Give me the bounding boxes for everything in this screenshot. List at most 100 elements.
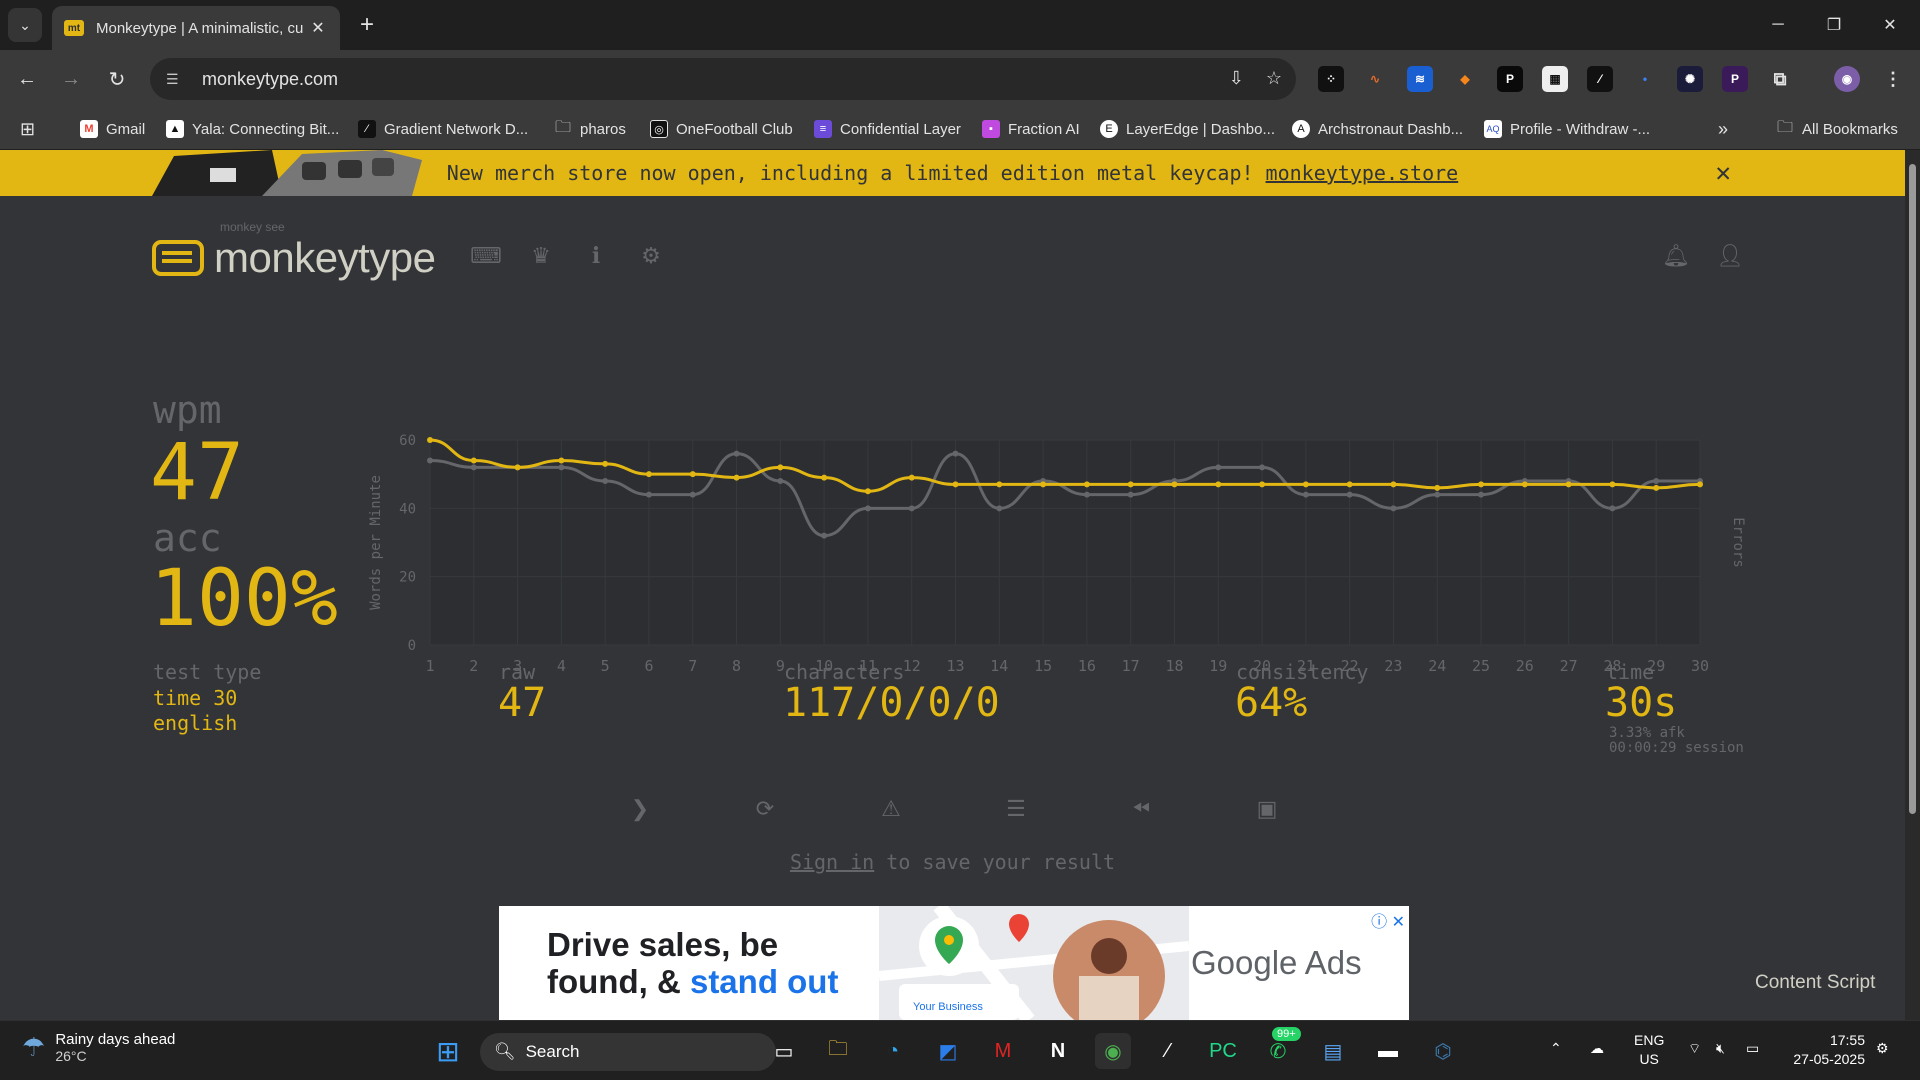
bookmark-fraction[interactable]: ▪ Fraction AI: [982, 116, 1080, 142]
reload-icon[interactable]: ↻: [102, 64, 132, 94]
crown-icon[interactable]: ♛: [527, 242, 555, 270]
close-banner-icon[interactable]: ✕: [1715, 158, 1731, 188]
chart-point-wpm: [1346, 481, 1353, 488]
browser-tab-active[interactable]: mt Monkeytype | A minimalistic, cu ✕: [52, 6, 340, 50]
test-type-time[interactable]: time 30: [153, 686, 237, 710]
extension-5-icon[interactable]: P: [1497, 66, 1523, 92]
chart-point-wpm: [1390, 481, 1397, 488]
content-script-label: Content Script: [1755, 972, 1876, 993]
notifications-icon[interactable]: ⚙: [1876, 1039, 1889, 1058]
info-icon[interactable]: i: [582, 242, 610, 270]
extension-8-icon[interactable]: •: [1632, 66, 1658, 92]
clock[interactable]: 17:55 27-05-2025: [1785, 1031, 1865, 1069]
install-app-icon[interactable]: ⇩: [1229, 68, 1244, 89]
show-hidden-icons[interactable]: ⌃: [1550, 1039, 1562, 1058]
page-scrollbar[interactable]: [1905, 150, 1920, 1020]
bookmark-onefootball[interactable]: ◎ OneFootball Club: [650, 116, 793, 142]
taskbar-search[interactable]: 🔍︎ Search: [480, 1033, 776, 1071]
bookmark-confidential[interactable]: ≡ Confidential Layer: [814, 116, 961, 142]
wpm-value: 47: [150, 428, 244, 518]
file-explorer-icon[interactable]: 🗀: [820, 1033, 856, 1069]
scrollbar-thumb[interactable]: [1909, 164, 1916, 814]
wpm-label: wpm: [153, 388, 222, 432]
google-ad-banner[interactable]: Drive sales, be found, & stand out Your …: [499, 906, 1409, 1020]
weather-widget[interactable]: ☂ Rainy days ahead 26°C: [22, 1031, 175, 1064]
apps-grid-icon[interactable]: ⊞: [20, 116, 35, 142]
bookmark-yala[interactable]: ▲ Yala: Connecting Bit...: [166, 116, 339, 142]
new-tab-button[interactable]: +: [352, 10, 382, 40]
account-user-icon[interactable]: 👤︎: [1716, 242, 1744, 270]
more-bookmarks-icon[interactable]: »: [1718, 116, 1728, 142]
windows-start-icon[interactable]: ⊞: [430, 1033, 466, 1069]
notion-icon[interactable]: N: [1040, 1033, 1076, 1069]
save-screenshot-icon[interactable]: ▣: [1252, 794, 1282, 824]
pycharm-icon[interactable]: PC: [1205, 1033, 1241, 1069]
notepad-icon[interactable]: ▤: [1315, 1033, 1351, 1069]
url-text: monkeytype.com: [202, 68, 339, 89]
bookmark-layeredge[interactable]: E LayerEdge | Dashbo...: [1100, 116, 1275, 142]
extension-6-icon[interactable]: ▦: [1542, 66, 1568, 92]
monkeytype-logo[interactable]: monkey see monkeytype: [152, 220, 436, 282]
mcafee-icon[interactable]: M: [985, 1033, 1021, 1069]
onedrive-cloud-icon[interactable]: ☁: [1590, 1039, 1604, 1058]
extension-3-icon[interactable]: ≋: [1407, 66, 1433, 92]
words-history-icon[interactable]: ☰: [1001, 794, 1031, 824]
back-icon[interactable]: ←: [12, 64, 42, 94]
bookmark-gmail[interactable]: M Gmail: [80, 116, 145, 142]
minimize-icon[interactable]: ─: [1750, 0, 1806, 50]
app-slash-icon[interactable]: ⁄: [1150, 1033, 1186, 1069]
chrome-icon[interactable]: ◉: [1095, 1033, 1131, 1069]
tab-title: Monkeytype | A minimalistic, cu: [96, 19, 304, 37]
chart-y-axis-label: Words per Minute: [368, 475, 384, 610]
close-window-icon[interactable]: ✕: [1862, 0, 1918, 50]
restart-test-icon[interactable]: ⟳: [750, 794, 780, 824]
wifi-icon[interactable]: ⌔: [1688, 1039, 1701, 1058]
test-type-language[interactable]: english: [153, 711, 237, 735]
watch-replay-icon[interactable]: ⏪︎: [1126, 794, 1156, 824]
archstronaut-icon: A: [1292, 120, 1310, 138]
next-test-icon[interactable]: ❯: [625, 794, 655, 824]
extension-2-icon[interactable]: ∿: [1362, 66, 1388, 92]
bookmark-folder-pharos[interactable]: 🗀 pharos: [554, 116, 626, 142]
forward-icon[interactable]: →: [56, 64, 86, 94]
site-info-icon[interactable]: ☰: [166, 71, 188, 88]
close-tab-icon[interactable]: ✕: [308, 18, 328, 38]
python-icon[interactable]: ⌬: [1425, 1033, 1461, 1069]
metamask-icon[interactable]: ◆: [1452, 66, 1478, 92]
volume-muted-icon[interactable]: 🔇︎: [1716, 1039, 1725, 1058]
extension-1-icon[interactable]: ⁘: [1318, 66, 1344, 92]
chart-point-wpm: [908, 474, 915, 481]
chart-point-wpm: [1171, 481, 1178, 488]
restore-icon[interactable]: ❐: [1806, 0, 1862, 50]
extension-9-icon[interactable]: ✺: [1677, 66, 1703, 92]
chrome-menu-icon[interactable]: ⋮: [1880, 66, 1906, 92]
settings-gear-icon[interactable]: ⚙: [637, 242, 665, 270]
keyboard-icon[interactable]: ⌨: [470, 242, 502, 270]
raw-value: 47: [498, 680, 547, 726]
bookmark-gradient[interactable]: ⁄ Gradient Network D...: [358, 116, 528, 142]
ad-close-icon[interactable]: ⓘ ✕: [1371, 908, 1405, 932]
extension-10-icon[interactable]: P: [1722, 66, 1748, 92]
banner-store-link[interactable]: monkeytype.store: [1266, 161, 1459, 185]
bookmark-archstronaut[interactable]: A Archstronaut Dashb...: [1292, 116, 1463, 142]
gradient-icon: ⁄: [358, 120, 376, 138]
notifications-bell-icon[interactable]: 🔔︎: [1662, 242, 1690, 270]
profile-avatar[interactable]: ◉: [1834, 66, 1860, 92]
extension-7-icon[interactable]: ⁄: [1587, 66, 1613, 92]
address-bar[interactable]: ☰ monkeytype.com ⇩ ☆: [150, 58, 1296, 100]
edge-icon[interactable]: ◔: [875, 1033, 911, 1069]
profile-icon: AQ: [1484, 120, 1502, 138]
weather-temp: 26°C: [55, 1048, 87, 1064]
bookmark-profile-withdraw[interactable]: AQ Profile - Withdraw -...: [1484, 116, 1650, 142]
all-bookmarks[interactable]: 🗀 All Bookmarks: [1776, 116, 1898, 142]
signin-link[interactable]: Sign in: [790, 850, 874, 874]
bookmark-star-icon[interactable]: ☆: [1266, 68, 1282, 89]
app-blue-icon[interactable]: ◩: [930, 1033, 966, 1069]
task-view-icon[interactable]: ▭: [766, 1033, 802, 1069]
extensions-puzzle-icon[interactable]: ⧉: [1767, 66, 1793, 92]
tab-search-button[interactable]: ⌄: [8, 8, 42, 42]
terminal-icon[interactable]: ▬: [1370, 1033, 1406, 1069]
practice-warning-icon[interactable]: ⚠: [876, 794, 906, 824]
language-indicator[interactable]: ENG US: [1634, 1031, 1664, 1069]
battery-icon[interactable]: ▭: [1746, 1039, 1759, 1058]
